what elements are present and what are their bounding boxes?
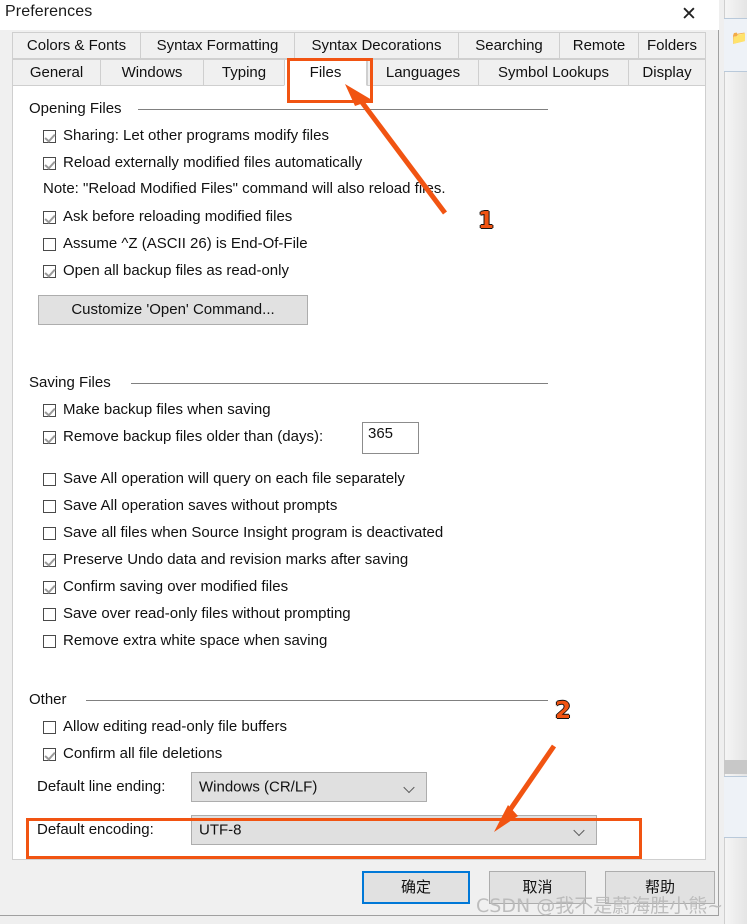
checkbox-open-backup-readonly[interactable]: Open all backup files as read-only xyxy=(43,261,289,283)
checkbox-confirm-saving-over-modified[interactable]: Confirm saving over modified files xyxy=(43,577,288,599)
tab-searching[interactable]: Searching xyxy=(458,32,559,59)
tab-windows[interactable]: Windows xyxy=(100,59,203,86)
preferences-dialog: Preferences ✕ Colors & Fonts Syntax Form… xyxy=(0,0,719,916)
checkbox-label: Open all backup files as read-only xyxy=(63,262,289,279)
group-divider-opening-files xyxy=(138,109,548,110)
default-encoding-select[interactable]: UTF-8 xyxy=(191,815,597,845)
checkbox-label: Save over read-only files without prompt… xyxy=(63,605,351,622)
checkbox-label: Sharing: Let other programs modify files xyxy=(63,127,329,144)
chevron-down-icon xyxy=(404,782,415,793)
tab-languages[interactable]: Languages xyxy=(367,59,478,86)
checkbox-remove-old-backups[interactable]: Remove backup files older than (days): xyxy=(43,427,323,449)
checkbox-label: Save all files when Source Insight progr… xyxy=(63,524,444,541)
checkbox-box[interactable] xyxy=(43,580,56,594)
checkbox-box[interactable] xyxy=(43,747,56,761)
tab-display[interactable]: Display xyxy=(628,59,706,86)
default-line-ending-select[interactable]: Windows (CR/LF) xyxy=(191,772,427,802)
checkbox-label: Save All operation saves without prompts xyxy=(63,497,338,514)
checkbox-confirm-all-file-deletions[interactable]: Confirm all file deletions xyxy=(43,744,222,766)
checkbox-label: Remove backup files older than (days): xyxy=(63,428,324,445)
group-divider-saving-files xyxy=(131,383,548,384)
checkbox-save-over-readonly[interactable]: Save over read-only files without prompt… xyxy=(43,604,351,626)
checkbox-assume-ctrlz-eof[interactable]: Assume ^Z (ASCII 26) is End-Of-File xyxy=(43,234,308,256)
tab-remote[interactable]: Remote xyxy=(559,32,638,59)
tab-row-1: Colors & Fonts Syntax Formatting Syntax … xyxy=(12,32,706,59)
page-title: Preferences xyxy=(5,3,93,20)
checkbox-label: Remove extra white space when saving xyxy=(63,632,328,649)
group-divider-other xyxy=(86,700,548,701)
checkbox-label: Reload externally modified files automat… xyxy=(63,154,363,171)
tab-colors-and-fonts[interactable]: Colors & Fonts xyxy=(12,32,140,59)
checkbox-box[interactable] xyxy=(43,129,56,143)
new-folder-icon: 📁 xyxy=(731,30,747,45)
checkbox-box[interactable] xyxy=(43,237,56,251)
dialog-titlebar: Preferences ✕ xyxy=(0,0,719,30)
tab-general[interactable]: General xyxy=(12,59,100,86)
checkbox-label: Make backup files when saving xyxy=(63,401,271,418)
tab-row-2: General Windows Typing Files Languages S… xyxy=(12,59,706,86)
checkbox-label: Save All operation will query on each fi… xyxy=(63,470,405,487)
tab-symbol-lookups[interactable]: Symbol Lookups xyxy=(478,59,628,86)
tab-strip: Colors & Fonts Syntax Formatting Syntax … xyxy=(12,32,706,86)
checkbox-label: Confirm all file deletions xyxy=(63,745,223,762)
default-line-ending-label: Default line ending: xyxy=(37,778,166,795)
background-lower-panel xyxy=(724,776,747,838)
backup-days-input[interactable]: 365 xyxy=(362,422,419,454)
cancel-button[interactable]: 取消 xyxy=(489,871,586,904)
checkbox-box[interactable] xyxy=(43,430,56,444)
close-icon[interactable]: ✕ xyxy=(669,0,709,30)
default-encoding-label: Default encoding: xyxy=(37,821,154,838)
checkbox-ask-before-reloading[interactable]: Ask before reloading modified files xyxy=(43,207,292,229)
reload-note-text: Note: "Reload Modified Files" command wi… xyxy=(43,180,446,197)
checkbox-box[interactable] xyxy=(43,403,56,417)
checkbox-box[interactable] xyxy=(43,607,56,621)
checkbox-save-on-deactivate[interactable]: Save all files when Source Insight progr… xyxy=(43,523,443,545)
checkbox-box[interactable] xyxy=(43,720,56,734)
background-splitter xyxy=(724,760,747,774)
checkbox-label: Confirm saving over modified files xyxy=(63,578,289,595)
checkbox-box[interactable] xyxy=(43,472,56,486)
ok-button[interactable]: 确定 xyxy=(362,871,470,904)
help-button[interactable]: 帮助 xyxy=(605,871,715,904)
checkbox-save-all-query-each-file[interactable]: Save All operation will query on each fi… xyxy=(43,469,405,491)
group-title-other: Other xyxy=(29,691,74,708)
checkbox-remove-extra-whitespace[interactable]: Remove extra white space when saving xyxy=(43,631,327,653)
tab-syntax-formatting[interactable]: Syntax Formatting xyxy=(140,32,294,59)
group-title-saving-files: Saving Files xyxy=(29,374,118,391)
checkbox-box[interactable] xyxy=(43,264,56,278)
default-encoding-value: UTF-8 xyxy=(199,821,242,839)
tab-typing[interactable]: Typing xyxy=(203,59,284,86)
tab-syntax-decorations[interactable]: Syntax Decorations xyxy=(294,32,458,59)
checkbox-reload-externally-modified[interactable]: Reload externally modified files automat… xyxy=(43,153,362,175)
group-title-opening-files: Opening Files xyxy=(29,100,129,117)
tab-folders[interactable]: Folders xyxy=(638,32,706,59)
default-line-ending-value: Windows (CR/LF) xyxy=(199,778,318,796)
customize-open-command-button[interactable]: Customize 'Open' Command... xyxy=(38,295,308,325)
checkbox-allow-editing-readonly-buffers[interactable]: Allow editing read-only file buffers xyxy=(43,717,287,739)
checkbox-make-backup-files[interactable]: Make backup files when saving xyxy=(43,400,271,422)
checkbox-box[interactable] xyxy=(43,526,56,540)
checkbox-save-all-without-prompts[interactable]: Save All operation saves without prompts xyxy=(43,496,337,518)
chevron-down-icon xyxy=(574,825,585,836)
checkbox-label: Assume ^Z (ASCII 26) is End-Of-File xyxy=(63,235,308,252)
checkbox-label: Allow editing read-only file buffers xyxy=(63,718,288,735)
tab-files[interactable]: Files xyxy=(284,59,367,86)
checkbox-label: Ask before reloading modified files xyxy=(63,208,293,225)
checkbox-sharing[interactable]: Sharing: Let other programs modify files xyxy=(43,126,329,148)
checkbox-box[interactable] xyxy=(43,634,56,648)
files-settings-pane: Opening Files Sharing: Let other program… xyxy=(12,85,706,860)
checkbox-preserve-undo-data[interactable]: Preserve Undo data and revision marks af… xyxy=(43,550,408,572)
checkbox-box[interactable] xyxy=(43,499,56,513)
checkbox-label: Preserve Undo data and revision marks af… xyxy=(63,551,409,568)
checkbox-box[interactable] xyxy=(43,156,56,170)
checkbox-box[interactable] xyxy=(43,210,56,224)
checkbox-box[interactable] xyxy=(43,553,56,567)
